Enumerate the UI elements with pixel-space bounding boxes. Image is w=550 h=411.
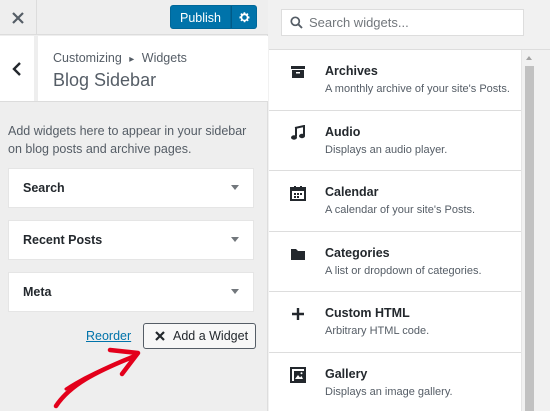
calendar-icon [290, 185, 306, 201]
panel-edge [536, 50, 550, 411]
customizer-panel: Publish Customizing ▸ Widgets Blog Sideb… [0, 0, 268, 411]
available-widget-categories[interactable]: Categories A list or dropdown of categor… [269, 232, 521, 292]
available-widget-archives[interactable]: Archives A monthly archive of your site'… [269, 50, 521, 111]
widget-description: Displays an audio player. [325, 143, 448, 156]
scrollbar[interactable] [521, 50, 536, 411]
close-icon [155, 331, 165, 341]
add-widget-button[interactable]: Add a Widget [143, 323, 256, 349]
publish-settings-button[interactable] [231, 5, 257, 29]
reorder-link[interactable]: Reorder [86, 329, 131, 343]
widget-name: Gallery [325, 366, 368, 381]
caret-down-icon[interactable] [231, 237, 239, 242]
widget-name: Audio [325, 124, 361, 139]
widget-meta[interactable]: Meta [8, 272, 254, 312]
gear-icon [238, 11, 250, 22]
publish-button[interactable]: Publish [170, 5, 231, 29]
widget-name: Calendar [325, 185, 379, 199]
widget-title: Search [23, 181, 65, 195]
available-widget-calendar[interactable]: Calendar A calendar of your site's Posts… [269, 171, 521, 232]
breadcrumb-child: Widgets [141, 51, 187, 65]
widget-description: Displays an image gallery. [325, 385, 453, 398]
plus-icon [290, 306, 306, 322]
back-button[interactable] [0, 36, 38, 101]
gallery-icon [290, 366, 306, 383]
available-widgets-list: Archives A monthly archive of your site'… [269, 50, 521, 411]
available-widget-gallery[interactable]: Gallery Displays an image gallery. [269, 353, 521, 411]
search-input[interactable] [309, 15, 509, 30]
sidebar-description: Add widgets here to appear in your sideb… [8, 124, 247, 156]
add-widget-label: Add a Widget [173, 329, 249, 343]
widget-description: A monthly archive of your site's Posts. [325, 83, 510, 95]
breadcrumb: Customizing ▸ Widgets [53, 51, 187, 65]
widget-name: Categories [325, 245, 390, 260]
available-widget-custom-html[interactable]: Custom HTML Arbitrary HTML code. [269, 292, 521, 353]
folder-icon [290, 246, 306, 262]
music-note-icon [290, 124, 306, 141]
archive-icon [290, 64, 306, 80]
widget-name: Archives [325, 64, 378, 78]
search-box[interactable] [281, 9, 524, 36]
scroll-up-icon[interactable] [526, 56, 532, 60]
caret-down-icon[interactable] [231, 289, 239, 294]
section-title: Blog Sidebar [53, 70, 157, 90]
breadcrumb-parent: Customizing [53, 51, 122, 65]
customizer-header: Publish [0, 0, 268, 35]
widget-description: A calendar of your site's Posts. [325, 204, 476, 216]
breadcrumb-separator: ▸ [129, 54, 135, 65]
widget-search[interactable]: Search [8, 168, 254, 208]
chevron-left-icon [12, 61, 21, 76]
widget-description: Arbitrary HTML code. [325, 325, 430, 337]
section-header: Customizing ▸ Widgets Blog Sidebar [0, 36, 268, 102]
widget-title: Recent Posts [23, 233, 103, 247]
widget-recent-posts[interactable]: Recent Posts [8, 220, 254, 260]
caret-down-icon[interactable] [231, 185, 239, 190]
close-icon [12, 11, 24, 24]
close-customizer-button[interactable] [0, 0, 37, 35]
available-widget-audio[interactable]: Audio Displays an audio player. [269, 111, 521, 171]
search-icon [290, 16, 303, 29]
widget-name: Custom HTML [325, 306, 410, 320]
widget-title: Meta [23, 285, 52, 299]
scrollbar-thumb[interactable] [525, 66, 534, 411]
widget-search-bar [269, 0, 550, 50]
widget-description: A list or dropdown of categories. [325, 264, 482, 277]
publish-group: Publish [170, 5, 257, 29]
